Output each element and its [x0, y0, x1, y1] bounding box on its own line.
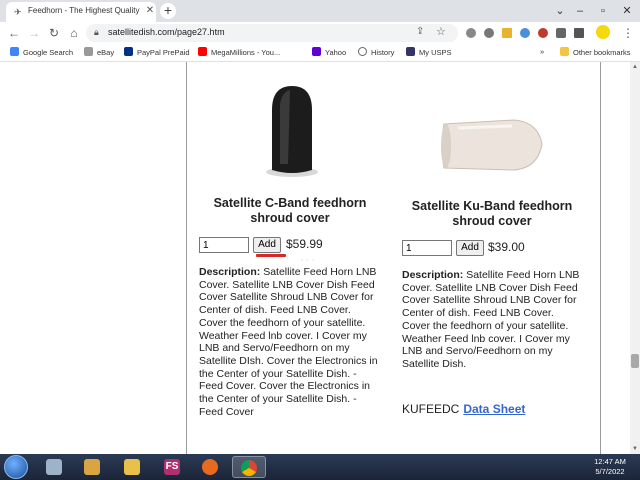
product-description: Description: Satellite Feed Horn LNB Cov…: [402, 269, 582, 371]
taskbar-app-explorer[interactable]: [118, 456, 146, 478]
web-page: Satellite C-Band feedhorn shroud cover S…: [0, 62, 630, 454]
side-panel-icon[interactable]: [574, 28, 584, 38]
yahoo-icon: [312, 47, 321, 56]
taskbar-app-paint[interactable]: [78, 456, 106, 478]
description-text: Satellite Feed Horn LNB Cover. Satellite…: [199, 266, 378, 418]
more-bookmarks-button[interactable]: »: [540, 47, 544, 56]
reload-icon[interactable]: ↻: [46, 25, 62, 41]
share-icon[interactable]: ⇪: [416, 26, 424, 37]
chrome-icon: [241, 460, 257, 476]
ku-band-shroud-image: [441, 119, 543, 171]
clock-time: 12:47 AM: [594, 457, 626, 466]
bookmark-yahoo[interactable]: Yahoo: [312, 47, 346, 57]
product-description: Description: Satellite Feed Horn LNB Cov…: [199, 266, 379, 418]
url-text[interactable]: satellitedish.com/page27.htm: [108, 27, 225, 37]
vertical-scrollbar[interactable]: ▲ ▼: [630, 62, 640, 454]
bookmark-history[interactable]: History: [358, 47, 394, 57]
add-to-cart-button[interactable]: Add: [456, 240, 484, 256]
description-text: Satellite Feed Horn LNB Cover. Satellite…: [402, 269, 580, 370]
browser-toolbar: ← → ↻ ⌂ 🔒︎ satellitedish.com/page27.htm …: [0, 22, 640, 44]
bookmarks-bar: Google Search eBay PayPal PrePaid MegaMi…: [0, 44, 640, 62]
add-to-cart-button[interactable]: Add: [253, 237, 281, 253]
taskbar-app-fs[interactable]: FS: [158, 456, 186, 478]
back-icon[interactable]: ←: [6, 25, 22, 41]
bookmark-star-icon[interactable]: ☆: [436, 25, 446, 38]
taskbar-app-chrome[interactable]: [232, 456, 266, 478]
start-button[interactable]: [4, 455, 28, 479]
folder-icon: [560, 47, 569, 56]
bookmark-usps[interactable]: My USPS: [406, 47, 452, 57]
scroll-thumb[interactable]: [631, 354, 639, 368]
profile-avatar[interactable]: [596, 25, 610, 39]
firefox-icon: [202, 459, 218, 475]
price: $59.99: [286, 237, 323, 251]
tab-title: Feedhorn - The Highest Quality S: [28, 6, 140, 15]
new-tab-button[interactable]: +: [160, 3, 176, 19]
fs-app-icon: FS: [164, 459, 180, 475]
product-title: Satellite Ku-Band feedhorn shroud cover: [411, 199, 573, 228]
bookmark-ebay[interactable]: eBay: [84, 47, 114, 57]
menu-icon[interactable]: ⋮: [620, 25, 636, 41]
history-icon: [358, 47, 367, 56]
windows-taskbar: FS 12:47 AM 5/7/2022: [0, 454, 640, 480]
product-sku-line: KUFEEDC Data Sheet: [402, 402, 525, 416]
description-label: Description:: [199, 266, 261, 278]
system-clock[interactable]: 12:47 AM 5/7/2022: [590, 457, 630, 477]
calculator-icon: [46, 459, 62, 475]
close-window-button[interactable]: ✕: [612, 0, 640, 22]
taskbar-app-calculator[interactable]: [40, 456, 68, 478]
description-label: Description:: [402, 269, 464, 281]
home-icon[interactable]: ⌂: [66, 25, 82, 41]
lock-icon[interactable]: 🔒︎: [94, 27, 99, 38]
satellite-favicon-icon: ✈: [14, 7, 22, 17]
clock-date: 5/7/2022: [595, 467, 625, 476]
taskbar-app-firefox[interactable]: [196, 456, 224, 478]
column-divider: [186, 62, 187, 454]
paint-icon: [84, 459, 100, 475]
quantity-input[interactable]: [199, 237, 249, 253]
extension-icon[interactable]: [538, 28, 548, 38]
extension-icon[interactable]: [484, 28, 494, 38]
scroll-down-arrow-icon[interactable]: ▼: [630, 444, 640, 454]
close-tab-icon[interactable]: ✕: [144, 5, 156, 17]
extensions-puzzle-icon[interactable]: [556, 28, 566, 38]
column-divider: [600, 62, 601, 454]
scroll-up-arrow-icon[interactable]: ▲: [630, 62, 640, 72]
google-icon: [10, 47, 19, 56]
other-bookmarks-folder[interactable]: Other bookmarks: [560, 47, 631, 57]
extension-icon[interactable]: [520, 28, 530, 38]
tab-strip: ✈ Feedhorn - The Highest Quality S ✕ + ⌄…: [0, 0, 640, 22]
c-band-shroud-image: [266, 86, 318, 177]
youtube-icon: [198, 47, 207, 56]
browser-tab[interactable]: ✈ Feedhorn - The Highest Quality S ✕: [6, 2, 156, 22]
extension-icon[interactable]: [466, 28, 476, 38]
price: $39.00: [488, 240, 525, 254]
bookmark-paypal[interactable]: PayPal PrePaid: [124, 47, 190, 57]
folder-icon: [124, 459, 140, 475]
globe-icon: [84, 47, 93, 56]
product-title: Satellite C-Band feedhorn shroud cover: [213, 196, 367, 225]
forward-icon[interactable]: →: [26, 25, 42, 41]
bookmark-google-search[interactable]: Google Search: [10, 47, 73, 57]
data-sheet-link[interactable]: Data Sheet: [463, 402, 525, 416]
quantity-input[interactable]: [402, 240, 452, 256]
usps-icon: [406, 47, 415, 56]
paypal-icon: [124, 47, 133, 56]
sku-code: KUFEEDC: [402, 402, 460, 416]
address-bar[interactable]: 🔒︎ satellitedish.com/page27.htm ⇪ ☆: [86, 24, 458, 42]
extension-icon[interactable]: [502, 28, 512, 38]
red-underline-mark: [256, 254, 286, 257]
bookmark-megamillions[interactable]: MegaMillions - You...: [198, 47, 280, 57]
